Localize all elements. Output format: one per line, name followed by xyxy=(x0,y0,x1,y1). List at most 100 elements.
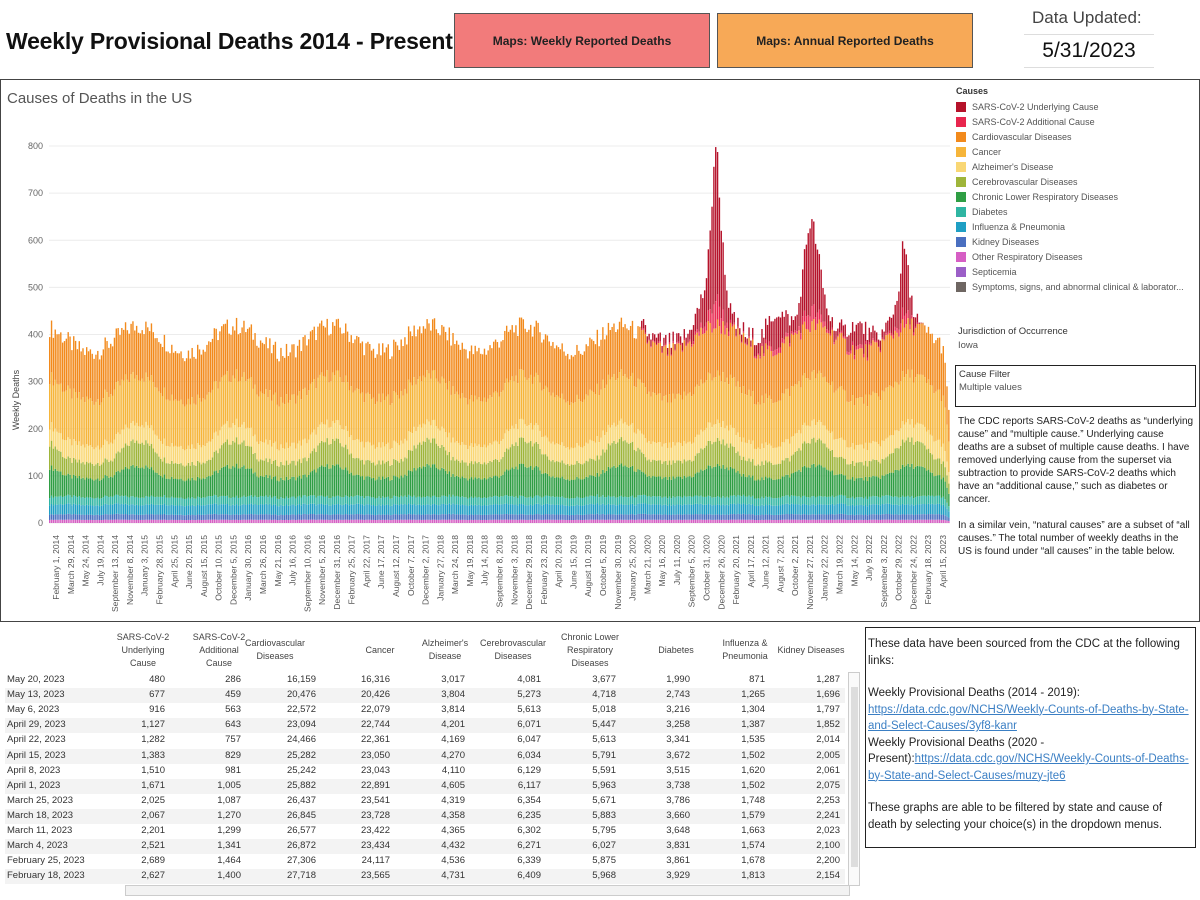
week-bar[interactable] xyxy=(517,335,519,523)
week-bar[interactable] xyxy=(248,327,251,523)
week-bar[interactable] xyxy=(204,351,206,523)
week-bar[interactable] xyxy=(694,313,697,523)
week-bar[interactable] xyxy=(668,332,671,523)
week-bar[interactable] xyxy=(800,296,802,523)
week-bar[interactable] xyxy=(354,339,356,523)
week-bar[interactable] xyxy=(783,316,785,523)
week-bar[interactable] xyxy=(546,335,549,523)
week-bar[interactable] xyxy=(245,332,247,523)
week-bar[interactable] xyxy=(178,353,180,523)
week-bar[interactable] xyxy=(420,333,423,523)
week-bar[interactable] xyxy=(835,331,837,523)
week-bar[interactable] xyxy=(604,339,606,523)
week-bar[interactable] xyxy=(605,335,608,523)
week-bar[interactable] xyxy=(419,326,421,523)
week-bar[interactable] xyxy=(472,354,475,523)
week-bar[interactable] xyxy=(681,342,684,523)
week-bar[interactable] xyxy=(798,303,800,523)
week-bar[interactable] xyxy=(727,307,730,523)
week-bar[interactable] xyxy=(824,294,826,524)
week-bar[interactable] xyxy=(235,317,238,523)
week-bar[interactable] xyxy=(123,329,125,523)
week-bar[interactable] xyxy=(117,328,119,523)
week-bar[interactable] xyxy=(124,322,127,523)
week-bar[interactable] xyxy=(211,338,214,523)
week-bar[interactable] xyxy=(731,313,734,523)
week-bar[interactable] xyxy=(672,331,674,523)
week-bar[interactable] xyxy=(280,347,282,523)
week-bar[interactable] xyxy=(350,335,352,523)
week-bar[interactable] xyxy=(121,327,123,523)
week-bar[interactable] xyxy=(184,361,186,523)
week-bar[interactable] xyxy=(139,333,142,523)
week-bar[interactable] xyxy=(346,331,349,523)
week-bar[interactable] xyxy=(796,314,798,523)
week-bar[interactable] xyxy=(89,349,92,523)
week-bar[interactable] xyxy=(82,348,84,523)
week-bar[interactable] xyxy=(864,321,867,523)
week-bar[interactable] xyxy=(265,337,267,523)
week-bar[interactable] xyxy=(463,348,465,523)
week-bar[interactable] xyxy=(554,348,556,523)
week-bar[interactable] xyxy=(250,324,253,523)
week-bar[interactable] xyxy=(208,341,210,523)
week-bar[interactable] xyxy=(504,330,506,523)
week-bar[interactable] xyxy=(468,351,471,523)
week-bar[interactable] xyxy=(598,346,600,523)
week-bar[interactable] xyxy=(213,328,216,523)
week-bar[interactable] xyxy=(372,348,375,523)
week-bar[interactable] xyxy=(291,344,293,523)
week-bar[interactable] xyxy=(790,316,793,523)
week-bar[interactable] xyxy=(646,336,648,523)
week-bar[interactable] xyxy=(71,350,73,523)
week-bar[interactable] xyxy=(261,342,264,523)
week-bar[interactable] xyxy=(683,329,685,523)
week-bar[interactable] xyxy=(768,315,771,523)
week-bar[interactable] xyxy=(417,329,419,523)
week-bar[interactable] xyxy=(111,346,114,523)
week-bar[interactable] xyxy=(158,342,160,523)
week-bar[interactable] xyxy=(785,310,787,523)
week-bar[interactable] xyxy=(256,345,258,523)
week-bar[interactable] xyxy=(718,197,721,523)
week-bar[interactable] xyxy=(304,335,306,523)
week-bar[interactable] xyxy=(613,323,615,523)
week-bar[interactable] xyxy=(226,319,228,523)
week-bar[interactable] xyxy=(493,341,495,523)
week-bar[interactable] xyxy=(859,321,861,523)
week-bar[interactable] xyxy=(483,348,486,523)
week-bar[interactable] xyxy=(289,352,291,523)
week-bar[interactable] xyxy=(232,326,234,523)
week-bar[interactable] xyxy=(578,350,580,523)
week-bar[interactable] xyxy=(147,327,149,523)
week-bar[interactable] xyxy=(398,349,401,523)
week-bar[interactable] xyxy=(108,347,110,523)
week-bar[interactable] xyxy=(437,333,439,523)
week-bar[interactable] xyxy=(195,358,197,523)
week-bar[interactable] xyxy=(707,249,710,523)
week-bar[interactable] xyxy=(705,278,708,523)
week-bar[interactable] xyxy=(674,344,676,523)
week-bar[interactable] xyxy=(259,340,262,523)
week-bar[interactable] xyxy=(148,331,151,523)
week-bar[interactable] xyxy=(652,333,654,523)
week-bar[interactable] xyxy=(618,321,621,523)
week-bar[interactable] xyxy=(171,344,173,523)
week-bar[interactable] xyxy=(633,338,636,523)
week-bar[interactable] xyxy=(285,343,288,523)
week-bar[interactable] xyxy=(230,334,232,523)
week-bar[interactable] xyxy=(202,349,204,523)
week-bar[interactable] xyxy=(443,326,445,523)
week-bar[interactable] xyxy=(709,230,711,524)
week-bar[interactable] xyxy=(433,318,436,523)
week-bar[interactable] xyxy=(430,330,432,523)
week-bar[interactable] xyxy=(422,326,425,523)
week-bar[interactable] xyxy=(820,269,822,523)
week-bar[interactable] xyxy=(659,332,661,523)
week-bar[interactable] xyxy=(431,319,434,523)
week-bar[interactable] xyxy=(574,354,576,523)
week-bar[interactable] xyxy=(396,345,399,523)
week-bar[interactable] xyxy=(628,330,630,523)
week-bar[interactable] xyxy=(700,294,702,523)
week-bar[interactable] xyxy=(753,345,756,523)
